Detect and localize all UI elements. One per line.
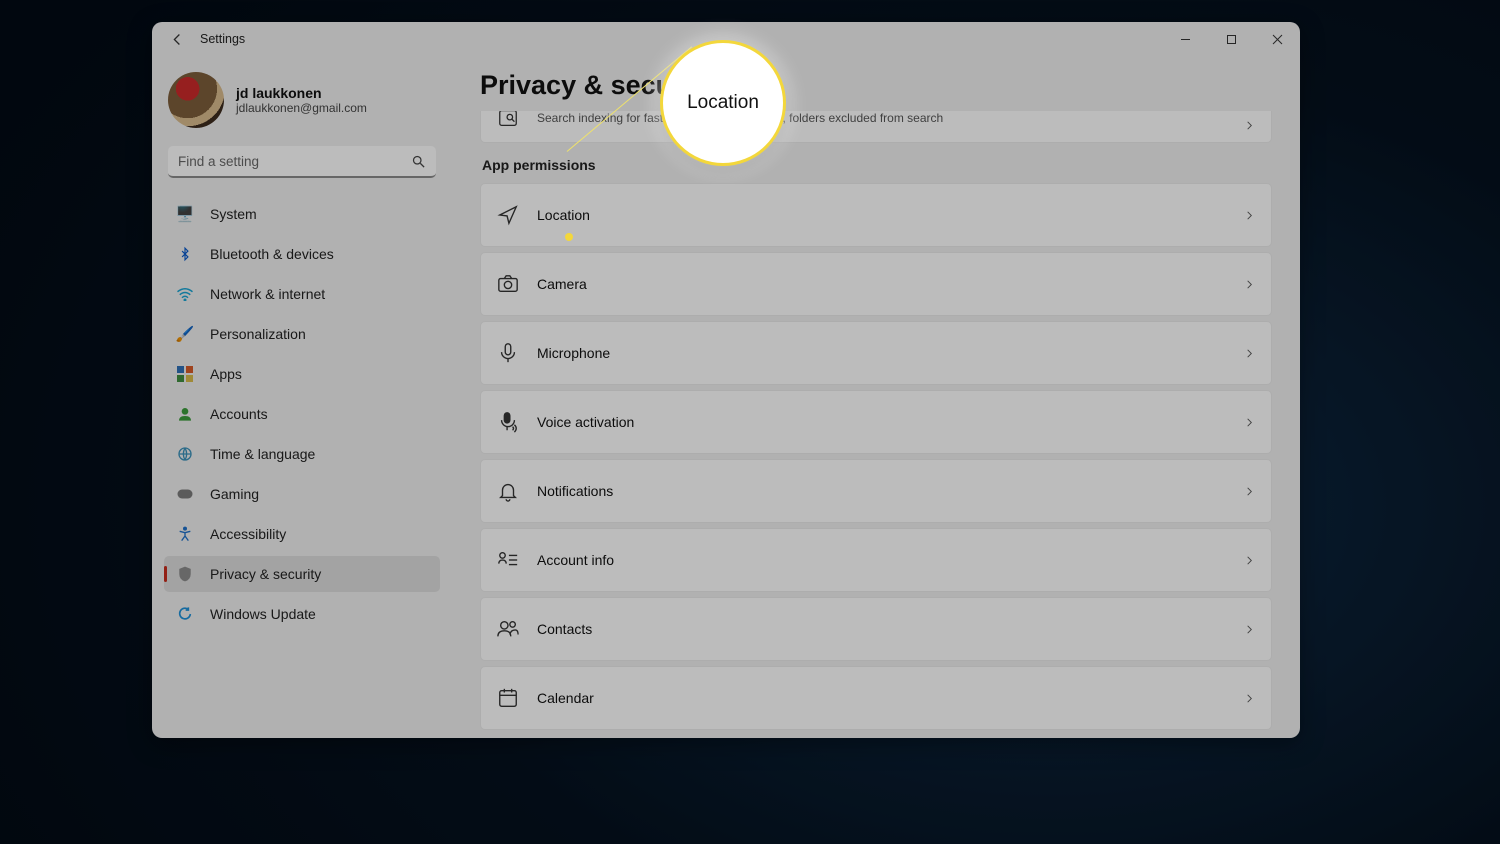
accessibility-icon — [174, 523, 196, 545]
gaming-icon — [174, 483, 196, 505]
card-label: Calendar — [537, 690, 594, 706]
display-icon: 🖥️ — [174, 203, 196, 225]
maximize-button[interactable] — [1208, 22, 1254, 56]
user-block[interactable]: jd laukkonen jdlaukkonen@gmail.com — [168, 72, 436, 128]
sidebar-item-accounts[interactable]: Accounts — [164, 396, 440, 432]
sidebar-item-network[interactable]: Network & internet — [164, 276, 440, 312]
callout-magnifier: Location — [660, 40, 786, 166]
search-input[interactable] — [168, 146, 436, 178]
sidebar-item-label: Accessibility — [210, 526, 286, 542]
sidebar-item-personalization[interactable]: 🖌️ Personalization — [164, 316, 440, 352]
camera-icon — [495, 271, 521, 297]
search-icon — [411, 154, 426, 169]
main-content: Privacy & security Search indexing for f… — [452, 56, 1300, 738]
sidebar-item-label: Privacy & security — [210, 566, 321, 582]
user-name: jd laukkonen — [236, 85, 367, 101]
globe-clock-icon — [174, 443, 196, 465]
sidebar-item-system[interactable]: 🖥️ System — [164, 196, 440, 232]
sidebar-item-label: Accounts — [210, 406, 268, 422]
card-label: Location — [537, 207, 590, 223]
account-info-icon — [495, 547, 521, 573]
avatar — [168, 72, 224, 128]
chevron-right-icon — [1244, 624, 1255, 635]
back-button[interactable] — [166, 28, 188, 50]
permission-contacts[interactable]: Contacts — [480, 597, 1272, 661]
apps-icon — [174, 363, 196, 385]
callout-text: Location — [687, 92, 759, 114]
close-button[interactable] — [1254, 22, 1300, 56]
sidebar: jd laukkonen jdlaukkonen@gmail.com 🖥️ Sy… — [152, 56, 452, 738]
bell-icon — [495, 478, 521, 504]
sidebar-item-privacy[interactable]: Privacy & security — [164, 556, 440, 592]
permission-microphone[interactable]: Microphone — [480, 321, 1272, 385]
searching-windows-card[interactable]: Search indexing for faster results, find… — [480, 111, 1272, 143]
card-label: Voice activation — [537, 414, 634, 430]
section-app-permissions: App permissions — [482, 157, 1272, 173]
chevron-right-icon — [1244, 210, 1255, 221]
sidebar-item-apps[interactable]: Apps — [164, 356, 440, 392]
voice-activation-icon — [495, 409, 521, 435]
page-title: Privacy & security — [480, 70, 1272, 101]
user-email: jdlaukkonen@gmail.com — [236, 101, 367, 115]
window-controls — [1162, 22, 1300, 56]
permission-location[interactable]: Location — [480, 183, 1272, 247]
permission-notifications[interactable]: Notifications — [480, 459, 1272, 523]
sidebar-item-update[interactable]: Windows Update — [164, 596, 440, 632]
permission-camera[interactable]: Camera — [480, 252, 1272, 316]
nav-list: 🖥️ System Bluetooth & devices Network & … — [164, 196, 440, 632]
card-label: Account info — [537, 552, 614, 568]
chevron-right-icon — [1244, 279, 1255, 290]
app-title: Settings — [200, 32, 245, 46]
sidebar-item-label: Gaming — [210, 486, 259, 502]
permission-calendar[interactable]: Calendar — [480, 666, 1272, 730]
microphone-icon — [495, 340, 521, 366]
sidebar-item-label: Apps — [210, 366, 242, 382]
permission-voice-activation[interactable]: Voice activation — [480, 390, 1272, 454]
card-label: Notifications — [537, 483, 613, 499]
bluetooth-icon — [174, 243, 196, 265]
sidebar-item-accessibility[interactable]: Accessibility — [164, 516, 440, 552]
search-results-icon — [495, 111, 521, 131]
sidebar-item-label: Network & internet — [210, 286, 325, 302]
contacts-icon — [495, 616, 521, 642]
search-wrap — [168, 146, 436, 178]
card-label: Camera — [537, 276, 587, 292]
callout-dot — [565, 233, 573, 241]
person-icon — [174, 403, 196, 425]
sidebar-item-time[interactable]: Time & language — [164, 436, 440, 472]
minimize-button[interactable] — [1162, 22, 1208, 56]
chevron-right-icon — [1244, 555, 1255, 566]
windows-update-icon — [174, 603, 196, 625]
sidebar-item-bluetooth[interactable]: Bluetooth & devices — [164, 236, 440, 272]
card-label: Contacts — [537, 621, 592, 637]
chevron-right-icon — [1244, 486, 1255, 497]
sidebar-item-label: Time & language — [210, 446, 315, 462]
card-label: Microphone — [537, 345, 610, 361]
wifi-icon — [174, 283, 196, 305]
scroll-area[interactable]: Search indexing for faster results, find… — [480, 111, 1272, 738]
chevron-right-icon — [1244, 693, 1255, 704]
sidebar-item-label: System — [210, 206, 257, 222]
sidebar-item-label: Personalization — [210, 326, 306, 342]
sidebar-item-label: Windows Update — [210, 606, 316, 622]
shield-icon — [174, 563, 196, 585]
chevron-right-icon — [1244, 120, 1255, 131]
permission-account-info[interactable]: Account info — [480, 528, 1272, 592]
calendar-icon — [495, 685, 521, 711]
sidebar-item-gaming[interactable]: Gaming — [164, 476, 440, 512]
sidebar-item-label: Bluetooth & devices — [210, 246, 334, 262]
paintbrush-icon: 🖌️ — [174, 323, 196, 345]
chevron-right-icon — [1244, 348, 1255, 359]
chevron-right-icon — [1244, 417, 1255, 428]
location-icon — [495, 202, 521, 228]
